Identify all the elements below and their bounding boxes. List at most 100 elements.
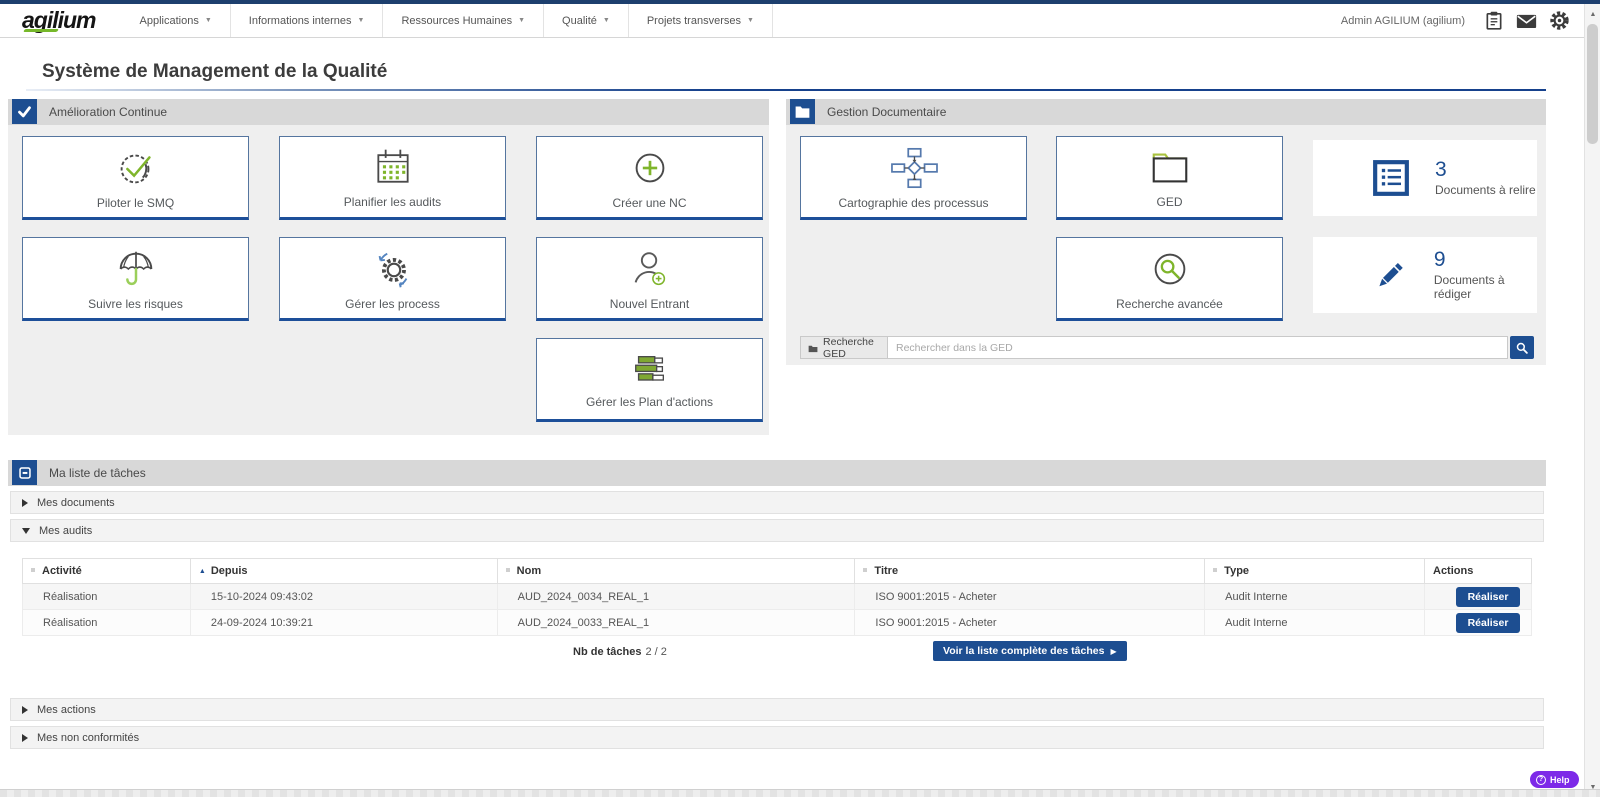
stat-value: 9 bbox=[1433, 248, 1446, 271]
tile-piloter-le-smq[interactable]: Piloter le SMQ bbox=[22, 136, 249, 220]
accordion-mes-audits[interactable]: Mes audits bbox=[10, 519, 1544, 542]
stat-documents-a-relire[interactable]: 3 Documents à relire bbox=[1313, 140, 1537, 216]
tile-gerer-les-plan-dactions[interactable]: Gérer les Plan d'actions bbox=[536, 338, 763, 422]
stat-value: 3 bbox=[1435, 158, 1447, 181]
tile-label: GED bbox=[1156, 194, 1183, 209]
view-all-tasks-button[interactable]: Voir la liste complète des tâches ▶ bbox=[933, 641, 1127, 661]
panel-header: Amélioration Continue bbox=[8, 99, 769, 125]
panel-gestion-documentaire: Gestion Documentaire Cartographie des pr… bbox=[786, 99, 1546, 365]
stat-text: 9 Documents à rédiger bbox=[1433, 248, 1537, 302]
audits-table: Activité ▲ Depuis Nom Titre Type Actions … bbox=[22, 558, 1532, 636]
caret-down-icon bbox=[22, 527, 30, 534]
chevron-down-icon: ▼ bbox=[518, 17, 526, 24]
calendar-icon bbox=[376, 149, 409, 183]
check-icon bbox=[12, 99, 37, 124]
ged-search-button[interactable] bbox=[1510, 336, 1534, 359]
table-row: Réalisation 15-10-2024 09:43:02 AUD_2024… bbox=[22, 583, 1532, 610]
accordion-mes-non-conformites[interactable]: Mes non conformités bbox=[10, 726, 1544, 749]
cell-depuis: 24-09-2024 10:39:21 bbox=[189, 609, 498, 636]
tasks-section: Ma liste de tâches Mes documents Mes aud… bbox=[8, 460, 1546, 760]
menu-qualite[interactable]: Qualité ▼ bbox=[544, 4, 629, 37]
tile-nouvel-entrant[interactable]: Nouvel Entrant bbox=[536, 237, 763, 321]
panel-title: Gestion Documentaire bbox=[827, 105, 947, 119]
menu-applications[interactable]: Applications ▼ bbox=[122, 4, 231, 37]
tile-planifier-les-audits[interactable]: Planifier les audits bbox=[279, 136, 506, 220]
task-count: Nb de tâches 2 / 2 bbox=[573, 646, 667, 658]
seal-check-icon bbox=[120, 154, 151, 183]
tile-label: Cartographie des processus bbox=[838, 195, 989, 210]
ged-search-input[interactable] bbox=[888, 336, 1508, 359]
flowchart-icon bbox=[890, 147, 938, 188]
mail-icon[interactable] bbox=[1516, 10, 1537, 31]
tile-label: Nouvel Entrant bbox=[609, 296, 690, 311]
col-actions: Actions bbox=[1424, 558, 1532, 584]
cell-depuis: 15-10-2024 09:43:02 bbox=[189, 583, 498, 610]
agilium-logo[interactable]: agilium bbox=[0, 4, 122, 37]
vertical-scrollbar[interactable]: ▲ ▼ bbox=[1584, 4, 1600, 797]
col-depuis[interactable]: ▲ Depuis bbox=[189, 558, 498, 584]
panel-amelioration-continue: Amélioration Continue Piloter le SMQ Pla… bbox=[8, 99, 769, 435]
col-type[interactable]: Type bbox=[1204, 558, 1425, 584]
sort-icon bbox=[1213, 568, 1218, 572]
realiser-button[interactable]: Réaliser bbox=[1455, 612, 1521, 633]
action-bars-icon bbox=[634, 355, 664, 381]
accordion-mes-actions[interactable]: Mes actions bbox=[10, 698, 1544, 721]
gear-icon[interactable] bbox=[1549, 10, 1570, 31]
cell-type: Audit Interne bbox=[1204, 583, 1425, 610]
menu-informations-internes[interactable]: Informations internes ▼ bbox=[231, 4, 384, 37]
sort-icon bbox=[863, 568, 868, 572]
menu-projets-transverses[interactable]: Projets transverses ▼ bbox=[629, 4, 773, 37]
tile-gerer-les-process[interactable]: Gérer les process bbox=[279, 237, 506, 321]
ged-search-label: Recherche GED bbox=[800, 335, 888, 360]
stat-label: Documents à relire bbox=[1435, 183, 1536, 197]
col-nom[interactable]: Nom bbox=[496, 558, 856, 584]
chevron-down-icon: ▼ bbox=[602, 17, 610, 24]
list-icon bbox=[1373, 160, 1409, 196]
cell-titre: ISO 9001:2015 - Acheter bbox=[854, 583, 1206, 610]
tile-creer-une-nc[interactable]: Créer une NC bbox=[536, 136, 763, 220]
chevron-down-icon: ▼ bbox=[746, 17, 754, 24]
page-title: Système de Management de la Qualité bbox=[42, 61, 388, 82]
tile-recherche-avancee[interactable]: Recherche avancée bbox=[1056, 237, 1283, 321]
search-icon bbox=[1516, 342, 1528, 354]
scroll-up-icon[interactable]: ▲ bbox=[1585, 6, 1600, 22]
navbar: agilium Applications ▼ Informations inte… bbox=[0, 4, 1584, 38]
tile-label: Gérer les Plan d'actions bbox=[585, 394, 714, 409]
user-plus-icon bbox=[634, 251, 665, 285]
task-count-value: 2 / 2 bbox=[645, 646, 667, 658]
scrollbar-thumb[interactable] bbox=[1587, 24, 1598, 144]
search-circle-icon bbox=[1154, 253, 1185, 284]
col-titre[interactable]: Titre bbox=[854, 558, 1206, 584]
menu-label: Applications bbox=[139, 14, 199, 27]
cell-nom: AUD_2024_0033_REAL_1 bbox=[496, 609, 856, 636]
ged-search-label-text: Recherche GED bbox=[823, 335, 874, 360]
tile-label: Suivre les risques bbox=[88, 296, 183, 311]
accordion-label: Mes non conformités bbox=[37, 731, 140, 744]
umbrella-icon bbox=[119, 251, 152, 285]
cell-activite: Réalisation bbox=[22, 583, 191, 610]
folder-white-icon bbox=[790, 99, 815, 124]
accordion-mes-documents[interactable]: Mes documents bbox=[10, 491, 1544, 514]
tile-cartographie-des-processus[interactable]: Cartographie des processus bbox=[800, 136, 1027, 220]
bottom-edge-strip bbox=[0, 789, 1600, 797]
task-count-label: Nb de tâches bbox=[573, 646, 642, 658]
col-activite[interactable]: Activité bbox=[22, 558, 191, 584]
tile-ged[interactable]: GED bbox=[1056, 136, 1283, 220]
realiser-button[interactable]: Réaliser bbox=[1455, 586, 1521, 607]
task-list-icon bbox=[12, 460, 37, 485]
caret-right-icon bbox=[22, 498, 28, 507]
tile-label: Créer une NC bbox=[612, 195, 687, 210]
menu-label: Projets transverses bbox=[646, 14, 741, 27]
menu-ressources-humaines[interactable]: Ressources Humaines ▼ bbox=[383, 4, 545, 37]
menu-label: Ressources Humaines bbox=[401, 14, 513, 27]
clipboard-icon[interactable] bbox=[1483, 10, 1504, 31]
title-underline bbox=[26, 89, 1546, 91]
chevron-down-icon: ▼ bbox=[357, 17, 365, 24]
tile-label: Gérer les process bbox=[345, 296, 440, 311]
stat-documents-a-rediger[interactable]: 9 Documents à rédiger bbox=[1313, 237, 1537, 313]
caret-right-icon bbox=[22, 705, 28, 714]
help-button[interactable]: ? Help bbox=[1530, 771, 1579, 788]
caret-right-icon bbox=[22, 733, 28, 742]
cell-activite: Réalisation bbox=[22, 609, 191, 636]
tile-suivre-les-risques[interactable]: Suivre les risques bbox=[22, 237, 249, 321]
